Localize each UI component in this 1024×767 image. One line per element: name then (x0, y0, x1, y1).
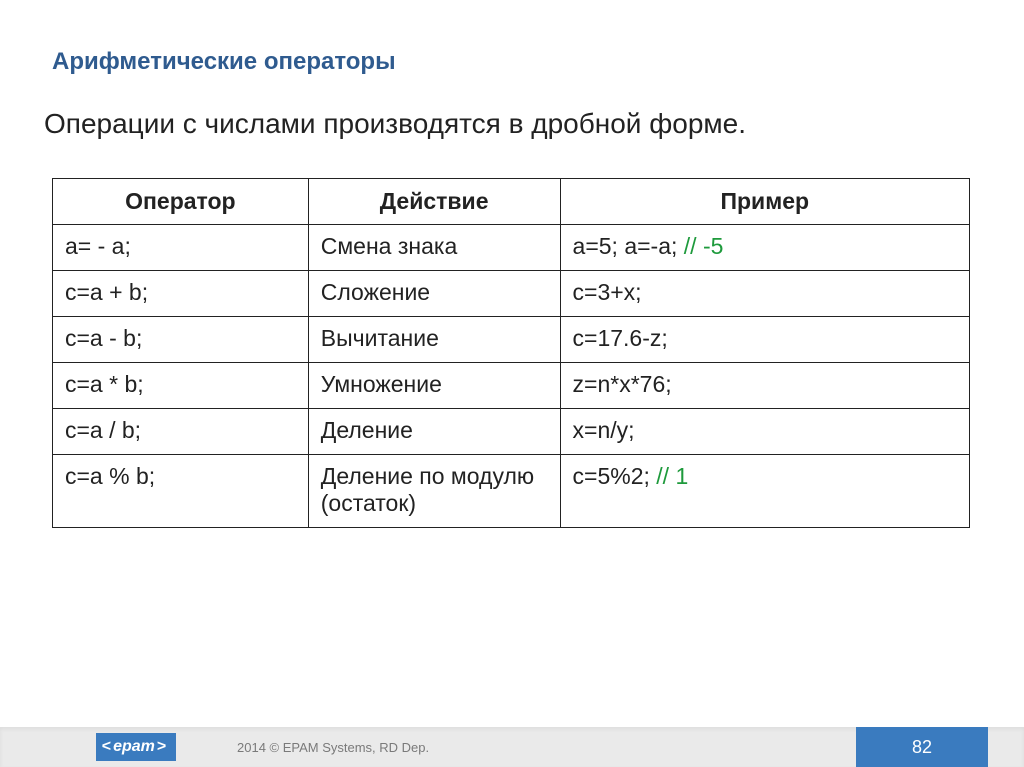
example-text: a=5; a=-a; (573, 233, 684, 259)
epam-logo: <epam> (96, 733, 176, 761)
page-number: 82 (856, 727, 988, 767)
footer: <epam> 2014 © EPAM Systems, RD Dep. 82 (0, 727, 1024, 767)
cell-operator: c=a % b; (53, 455, 309, 528)
cell-operator: a= - a; (53, 225, 309, 271)
cell-action: Сложение (308, 271, 560, 317)
slide-subtitle: Операции с числами производятся в дробно… (44, 108, 746, 140)
table-row: c=a / b; Деление x=n/y; (53, 409, 970, 455)
table-header-row: Оператор Действие Пример (53, 179, 970, 225)
example-text: c=5%2; (573, 463, 657, 489)
table-row: c=a * b; Умножение z=n*x*76; (53, 363, 970, 409)
cell-action: Деление (308, 409, 560, 455)
cell-action: Вычитание (308, 317, 560, 363)
table-row: c=a % b; Деление по модулю (остаток) c=5… (53, 455, 970, 528)
table-row: c=a + b; Сложение c=3+x; (53, 271, 970, 317)
angle-left-icon: < (102, 738, 111, 756)
cell-operator: c=a / b; (53, 409, 309, 455)
logo-wrap: <epam> (76, 727, 196, 767)
table-row: c=a - b; Вычитание c=17.6-z; (53, 317, 970, 363)
slide-title: Арифметические операторы (52, 48, 396, 76)
cell-operator: c=a * b; (53, 363, 309, 409)
cell-example: z=n*x*76; (560, 363, 969, 409)
slide: Арифметические операторы Операции с числ… (0, 0, 1024, 767)
cell-example: x=n/y; (560, 409, 969, 455)
header-example: Пример (560, 179, 969, 225)
table-row: a= - a; Смена знака a=5; a=-a; // -5 (53, 225, 970, 271)
cell-example: c=3+x; (560, 271, 969, 317)
footer-copyright: 2014 © EPAM Systems, RD Dep. (237, 727, 429, 767)
example-comment: // -5 (684, 233, 724, 259)
cell-example: a=5; a=-a; // -5 (560, 225, 969, 271)
angle-right-icon: > (157, 738, 166, 756)
example-text: c=3+x; (573, 279, 642, 305)
logo-text: epam (113, 738, 155, 756)
cell-operator: c=a - b; (53, 317, 309, 363)
header-action: Действие (308, 179, 560, 225)
cell-action: Смена знака (308, 225, 560, 271)
cell-operator: c=a + b; (53, 271, 309, 317)
example-text: c=17.6-z; (573, 325, 668, 351)
cell-example: c=17.6-z; (560, 317, 969, 363)
cell-example: c=5%2; // 1 (560, 455, 969, 528)
example-text: x=n/y; (573, 417, 635, 443)
example-text: z=n*x*76; (573, 371, 672, 397)
cell-action: Умножение (308, 363, 560, 409)
operators-table: Оператор Действие Пример a= - a; Смена з… (52, 178, 970, 528)
example-comment: // 1 (656, 463, 688, 489)
cell-action: Деление по модулю (остаток) (308, 455, 560, 528)
header-operator: Оператор (53, 179, 309, 225)
